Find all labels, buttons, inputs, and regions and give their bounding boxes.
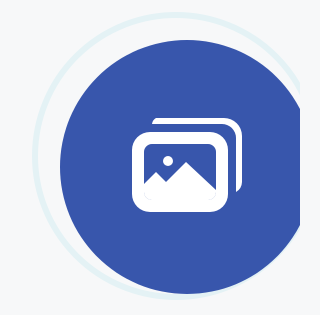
- icon-stage: [0, 0, 300, 315]
- image-gallery-icon: [128, 112, 246, 216]
